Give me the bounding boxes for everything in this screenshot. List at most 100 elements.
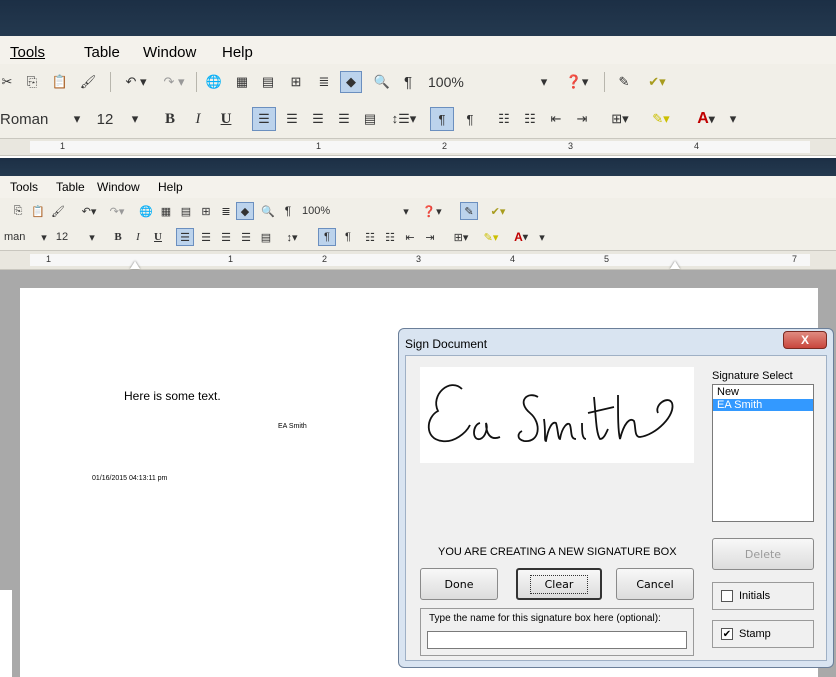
format-painter-icon[interactable]: 🖌: [50, 203, 66, 219]
done-button[interactable]: Done: [420, 568, 498, 600]
hyperlink-icon[interactable]: 🌐: [138, 203, 154, 219]
format-painter-icon[interactable]: 🖌: [78, 72, 98, 92]
stamp-checkbox-group[interactable]: ✔ Stamp: [712, 620, 814, 648]
font-color-icon[interactable]: A ▾: [506, 229, 536, 245]
insert-table-icon[interactable]: ▤: [258, 72, 278, 92]
bold-icon[interactable]: B: [160, 108, 180, 130]
line-spacing-icon[interactable]: ↕☰▾: [386, 108, 422, 130]
paste-icon[interactable]: 📋: [50, 72, 70, 92]
line-spacing-icon[interactable]: ↕▾: [278, 229, 306, 245]
italic-icon[interactable]: I: [130, 229, 146, 245]
zoom-dropdown-icon[interactable]: ▾: [536, 72, 552, 92]
main-font-size-dropdown-icon[interactable]: ▾: [86, 229, 98, 245]
distribute-icon[interactable]: ▤: [360, 108, 380, 130]
undo-icon[interactable]: ↶▾: [76, 203, 102, 219]
insert-table-icon[interactable]: ▤: [178, 203, 194, 219]
signature-pad[interactable]: [420, 367, 694, 463]
main-menu-table[interactable]: Table: [56, 180, 85, 194]
paste-icon[interactable]: 📋: [30, 203, 46, 219]
decrease-indent-icon[interactable]: ⇤: [546, 108, 566, 130]
signature-pen-icon[interactable]: ✎: [460, 202, 478, 220]
align-right-icon[interactable]: ☰: [218, 229, 234, 245]
ltr-icon[interactable]: ¶: [430, 107, 454, 131]
columns-icon[interactable]: ≣: [314, 72, 334, 92]
copy-icon[interactable]: ⎘: [22, 72, 42, 92]
right-indent-marker[interactable]: [670, 261, 680, 269]
font-color-icon[interactable]: A ▾: [686, 108, 726, 130]
justify-icon[interactable]: ☰: [334, 108, 354, 130]
highlight-icon[interactable]: ✎▾: [644, 108, 678, 130]
cancel-button[interactable]: Cancel: [616, 568, 694, 600]
signature-name-input[interactable]: [427, 631, 687, 649]
signature-option-new[interactable]: New: [713, 385, 813, 399]
zoom-dropdown-icon[interactable]: ▾: [400, 203, 412, 219]
distribute-icon[interactable]: ▤: [258, 229, 274, 245]
show-hide-icon[interactable]: ¶: [280, 203, 296, 219]
cut-icon[interactable]: ✂: [0, 72, 14, 92]
document-map-icon[interactable]: 🔍: [260, 203, 276, 219]
borders-icon[interactable]: ⊞▾: [604, 108, 636, 130]
main-menu-help[interactable]: Help: [158, 180, 183, 194]
copy-icon[interactable]: ⎘: [10, 203, 26, 219]
clear-button[interactable]: Clear: [516, 568, 602, 600]
numbering-icon[interactable]: ☷: [494, 108, 514, 130]
zoom-box[interactable]: 100%: [298, 203, 378, 219]
initials-checkbox-group[interactable]: Initials: [712, 582, 814, 610]
signature-option-ea-smith[interactable]: EA Smith: [713, 399, 813, 411]
tables-borders-icon[interactable]: ▦: [158, 203, 174, 219]
checkmark-icon[interactable]: ✔▾: [484, 203, 512, 219]
top-menu-table[interactable]: Table: [84, 44, 120, 61]
insert-excel-icon[interactable]: ⊞: [286, 72, 306, 92]
top-font-size-dropdown-icon[interactable]: ▾: [128, 108, 142, 130]
highlight-icon[interactable]: ✎▾: [478, 229, 504, 245]
help-icon[interactable]: ❓▾: [560, 72, 594, 92]
undo-icon[interactable]: ↶ ▾: [120, 72, 152, 92]
tables-borders-icon[interactable]: ▦: [232, 72, 252, 92]
hyperlink-icon[interactable]: 🌐: [204, 72, 224, 92]
drawing-icon[interactable]: ◆: [236, 202, 254, 220]
top-font-name-box[interactable]: Roman: [0, 108, 70, 130]
top-font-size-box[interactable]: 12: [88, 108, 122, 130]
underline-icon[interactable]: U: [216, 108, 236, 130]
indent-marker[interactable]: [130, 261, 140, 269]
main-menu-window[interactable]: Window: [97, 180, 140, 194]
top-font-name-dropdown-icon[interactable]: ▾: [70, 108, 84, 130]
help-icon[interactable]: ❓▾: [418, 203, 446, 219]
increase-indent-icon[interactable]: ⇥: [422, 229, 438, 245]
justify-icon[interactable]: ☰: [238, 229, 254, 245]
rtl-icon[interactable]: ¶: [340, 229, 356, 245]
dialog-close-button[interactable]: X: [783, 331, 827, 349]
redo-icon[interactable]: ↷ ▾: [158, 72, 190, 92]
stamp-checkbox[interactable]: ✔: [721, 628, 733, 640]
increase-indent-icon[interactable]: ⇥: [572, 108, 592, 130]
align-right-icon[interactable]: ☰: [308, 108, 328, 130]
borders-icon[interactable]: ⊞▾: [448, 229, 474, 245]
signature-pen-icon[interactable]: ✎: [614, 72, 634, 92]
initials-checkbox[interactable]: [721, 590, 733, 602]
bullets-icon[interactable]: ☷: [520, 108, 540, 130]
toolbar-options-icon[interactable]: ▾: [536, 229, 548, 245]
align-center-icon[interactable]: ☰: [198, 229, 214, 245]
italic-icon[interactable]: I: [188, 108, 208, 130]
rtl-icon[interactable]: ¶: [460, 108, 480, 130]
align-center-icon[interactable]: ☰: [282, 108, 302, 130]
delete-button[interactable]: Delete: [712, 538, 814, 570]
bullets-icon[interactable]: ☷: [382, 229, 398, 245]
insert-excel-icon[interactable]: ⊞: [198, 203, 214, 219]
zoom-box[interactable]: 100%: [424, 72, 534, 92]
main-menu-tools[interactable]: Tools: [10, 180, 38, 194]
align-left-icon[interactable]: ☰: [252, 107, 276, 131]
main-font-name-box[interactable]: man: [4, 229, 38, 245]
columns-icon[interactable]: ≣: [218, 203, 234, 219]
underline-icon[interactable]: U: [150, 229, 166, 245]
numbering-icon[interactable]: ☷: [362, 229, 378, 245]
align-left-icon[interactable]: ☰: [176, 228, 194, 246]
toolbar-options-icon[interactable]: ▾: [726, 108, 740, 130]
show-hide-icon[interactable]: ¶: [398, 72, 418, 92]
top-menu-window[interactable]: Window: [143, 44, 196, 61]
decrease-indent-icon[interactable]: ⇤: [402, 229, 418, 245]
top-menu-tools[interactable]: Tools: [10, 44, 45, 61]
ltr-icon[interactable]: ¶: [318, 228, 336, 246]
main-font-size-box[interactable]: 12: [50, 229, 74, 245]
document-map-icon[interactable]: 🔍: [372, 72, 392, 92]
